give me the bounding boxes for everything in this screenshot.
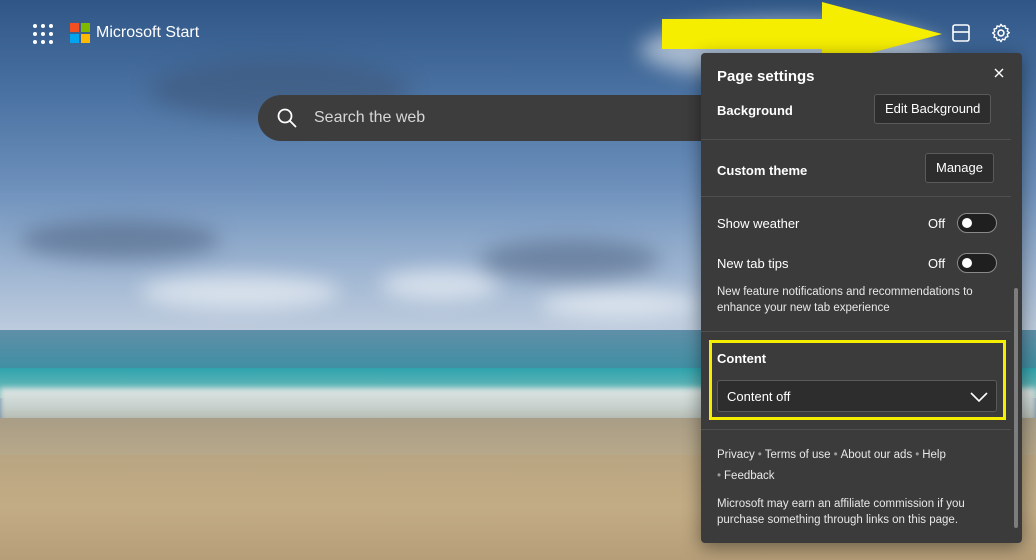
- new-tab-tips-label: New tab tips: [717, 256, 789, 271]
- footer-links: Privacy • Terms of use • About our ads • Help •…: [717, 445, 1002, 487]
- help-link[interactable]: Help: [922, 449, 946, 461]
- divider: [701, 429, 1011, 430]
- content-dropdown[interactable]: Content off: [717, 380, 997, 412]
- search-bar[interactable]: [258, 95, 718, 141]
- page-settings-panel: Page settings Background Edit Background…: [701, 53, 1022, 543]
- about-our-ads-link[interactable]: About our ads: [841, 449, 913, 461]
- background-label: Background: [717, 103, 793, 118]
- cloud: [480, 240, 660, 280]
- link-separator: •: [757, 449, 762, 461]
- close-icon[interactable]: [991, 65, 1007, 81]
- new-tab-tips-toggle[interactable]: [957, 253, 997, 273]
- link-separator: •: [915, 449, 920, 461]
- content-dropdown-value: Content off: [727, 389, 791, 404]
- manage-theme-button[interactable]: Manage: [925, 153, 994, 183]
- privacy-link[interactable]: Privacy: [717, 449, 755, 461]
- divider: [701, 139, 1011, 140]
- show-weather-label: Show weather: [717, 216, 800, 231]
- cloud: [540, 290, 700, 318]
- link-separator: •: [717, 470, 722, 482]
- search-icon: [277, 108, 297, 128]
- cloud: [380, 270, 500, 300]
- gear-icon[interactable]: [990, 22, 1012, 44]
- affiliate-note: Microsoft may earn an affiliate commissi…: [717, 498, 965, 526]
- scrollbar-thumb[interactable]: [1014, 288, 1018, 528]
- divider: [701, 331, 1011, 332]
- custom-theme-label: Custom theme: [717, 163, 808, 178]
- chevron-down-icon: [970, 392, 988, 403]
- search-input[interactable]: [314, 106, 694, 130]
- panel-title: Page settings: [717, 68, 815, 85]
- edit-background-button[interactable]: Edit Background: [874, 94, 992, 124]
- new-tab-tips-description: New feature notifications and recommenda…: [717, 286, 973, 314]
- new-tab-tips-state: Off: [928, 256, 946, 271]
- rewards-icon[interactable]: [950, 22, 972, 44]
- feedback-link[interactable]: Feedback: [724, 470, 775, 482]
- app-launcher-icon[interactable]: [33, 24, 53, 44]
- brand-name[interactable]: Microsoft Start: [96, 23, 199, 43]
- terms-of-use-link[interactable]: Terms of use: [765, 449, 831, 461]
- microsoft-logo-icon: [70, 23, 90, 43]
- show-weather-toggle[interactable]: [957, 213, 997, 233]
- divider: [701, 196, 1011, 197]
- cloud: [140, 275, 340, 309]
- panel-scrollbar[interactable]: [1014, 93, 1018, 533]
- cloud: [20, 220, 220, 260]
- link-separator: •: [833, 449, 838, 461]
- show-weather-state: Off: [928, 216, 946, 231]
- content-label: Content: [717, 351, 767, 366]
